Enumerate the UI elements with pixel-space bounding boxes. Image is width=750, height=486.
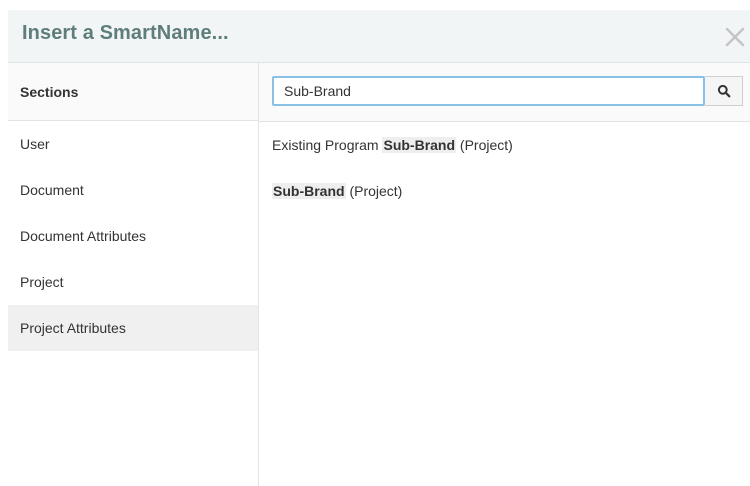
result-suffix: (Project) xyxy=(456,137,513,153)
results-list: Existing Program Sub-Brand (Project) Sub… xyxy=(259,122,750,214)
result-prefix: Existing Program xyxy=(272,137,383,153)
sidebar-item-user[interactable]: User xyxy=(8,121,258,167)
search-icon xyxy=(717,84,730,98)
smartname-dialog: Insert a SmartName... Sections User Docu… xyxy=(8,10,750,486)
sidebar-item-document[interactable]: Document xyxy=(8,167,258,213)
result-item[interactable]: Existing Program Sub-Brand (Project) xyxy=(259,122,750,168)
sidebar-item-document-attributes[interactable]: Document Attributes xyxy=(8,213,258,259)
sidebar-item-project[interactable]: Project xyxy=(8,259,258,305)
dialog-title: Insert a SmartName... xyxy=(22,22,229,44)
result-match: Sub-Brand xyxy=(272,183,346,199)
search-input[interactable] xyxy=(272,76,705,106)
result-match: Sub-Brand xyxy=(382,137,457,153)
sidebar-item-project-attributes[interactable]: Project Attributes xyxy=(8,305,258,351)
dialog-header: Insert a SmartName... xyxy=(8,10,750,63)
result-suffix: (Project) xyxy=(345,183,403,199)
results-panel: Existing Program Sub-Brand (Project) Sub… xyxy=(259,63,750,486)
search-bar xyxy=(259,63,750,122)
result-item[interactable]: Sub-Brand (Project) xyxy=(259,168,750,214)
sections-list: User Document Document Attributes Projec… xyxy=(8,121,258,351)
sections-sidebar: Sections User Document Document Attribut… xyxy=(8,63,259,486)
sections-heading: Sections xyxy=(8,63,258,121)
search-button[interactable] xyxy=(705,76,743,106)
close-icon[interactable] xyxy=(724,21,748,51)
